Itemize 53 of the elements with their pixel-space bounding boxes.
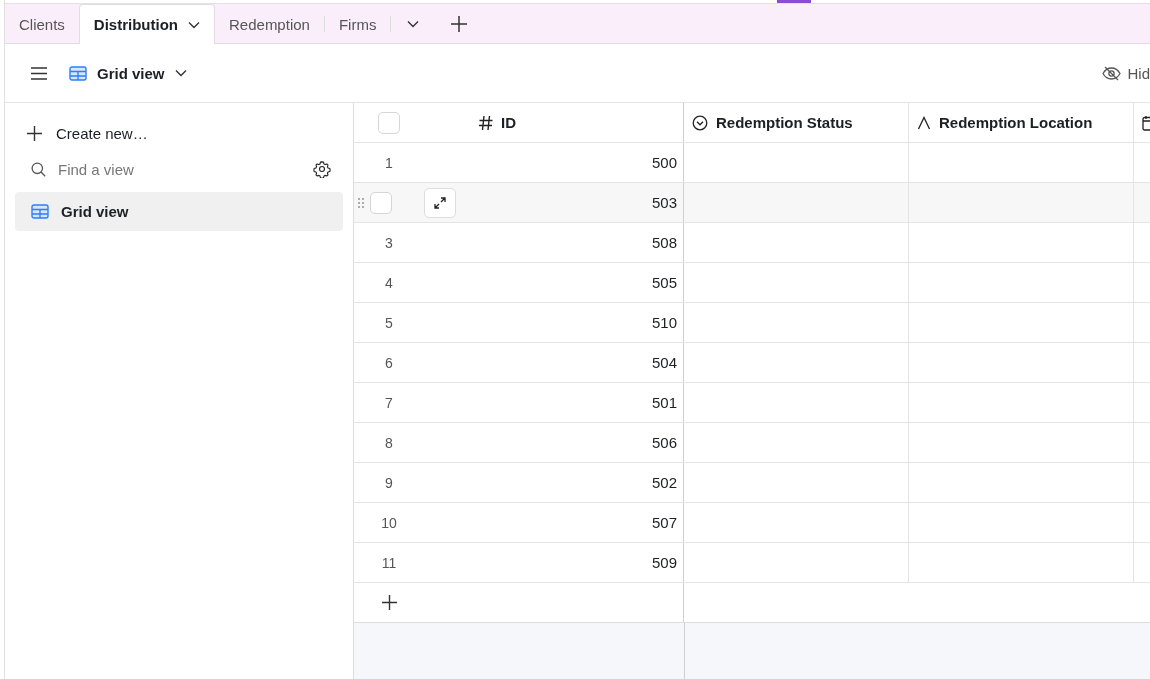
chevron-down-icon	[174, 69, 187, 77]
select-all-checkbox[interactable]	[378, 111, 400, 134]
row-number: 1	[384, 154, 394, 171]
settings-button[interactable]	[313, 160, 331, 178]
table-cell-text: 501	[650, 394, 678, 411]
row-number: 9	[384, 474, 394, 491]
row-checkbox[interactable]	[370, 191, 392, 214]
column-header[interactable]: Redemption Location	[939, 114, 1093, 131]
tab[interactable]: Clients	[5, 5, 79, 43]
tab[interactable]: Redemption	[215, 5, 324, 43]
tab[interactable]: Firms	[324, 5, 391, 43]
column-header[interactable]: Redemption Status	[716, 114, 853, 131]
menu-button[interactable]	[31, 66, 47, 80]
expand-button[interactable]	[424, 187, 456, 218]
table-cell-text: 510	[650, 314, 678, 331]
row-number: 11	[380, 554, 398, 571]
search-field[interactable]: Find a view	[58, 160, 301, 178]
plus-icon	[451, 16, 468, 32]
grid-icon	[31, 204, 49, 219]
row-number: 8	[384, 434, 394, 451]
active-indicator	[777, 0, 811, 3]
table-cell-text: 508	[650, 234, 678, 251]
search-icon	[31, 161, 46, 177]
hash-icon	[478, 114, 494, 131]
create-new-button[interactable]: Create new…	[15, 115, 343, 152]
table-cell-text: 507	[650, 514, 678, 531]
plus-icon	[382, 595, 397, 610]
table-cell-text: 509	[650, 554, 678, 571]
row-number: 5	[384, 314, 394, 331]
sidebar-item[interactable]: Grid view	[15, 192, 343, 231]
row-number: 6	[384, 354, 394, 371]
table-cell-text: 502	[650, 474, 678, 491]
table-cell-text: 506	[650, 434, 678, 451]
row-number: 7	[384, 394, 394, 411]
column-header[interactable]: ID	[501, 114, 516, 131]
table-cell-text: 504	[650, 354, 678, 371]
eye-off-icon	[1102, 65, 1122, 81]
row-number: 4	[384, 274, 394, 291]
expand-icon	[434, 196, 446, 209]
text-icon	[917, 115, 931, 130]
view-switcher[interactable]: Grid view	[69, 64, 187, 82]
plus-icon	[27, 126, 42, 141]
grid-icon	[69, 65, 87, 81]
table-cell-text: 500	[650, 154, 678, 171]
table-cell-text: 505	[650, 274, 678, 291]
chevron-down-icon	[407, 20, 420, 28]
table-cell-text: 503	[650, 194, 678, 211]
row-number: 10	[380, 514, 398, 531]
tab[interactable]: Distribution	[78, 4, 215, 44]
hide-fields-button[interactable]: Hid	[1102, 64, 1150, 82]
chevron-circle-icon	[692, 114, 708, 131]
drag-handle-icon[interactable]	[358, 196, 364, 209]
row-number: 3	[384, 234, 394, 251]
